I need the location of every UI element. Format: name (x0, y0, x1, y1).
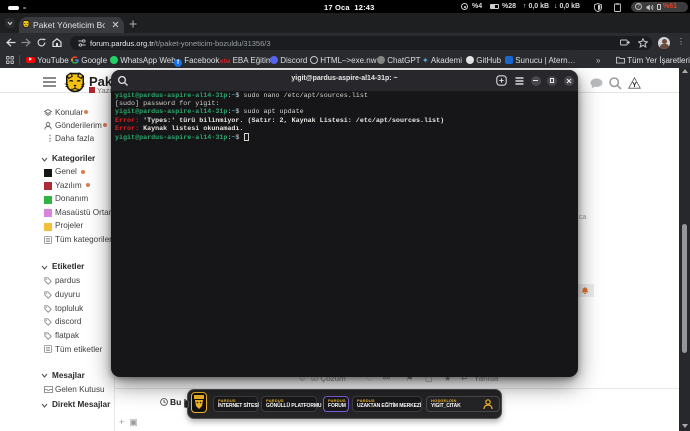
svg-text:Y: Y (632, 82, 637, 89)
